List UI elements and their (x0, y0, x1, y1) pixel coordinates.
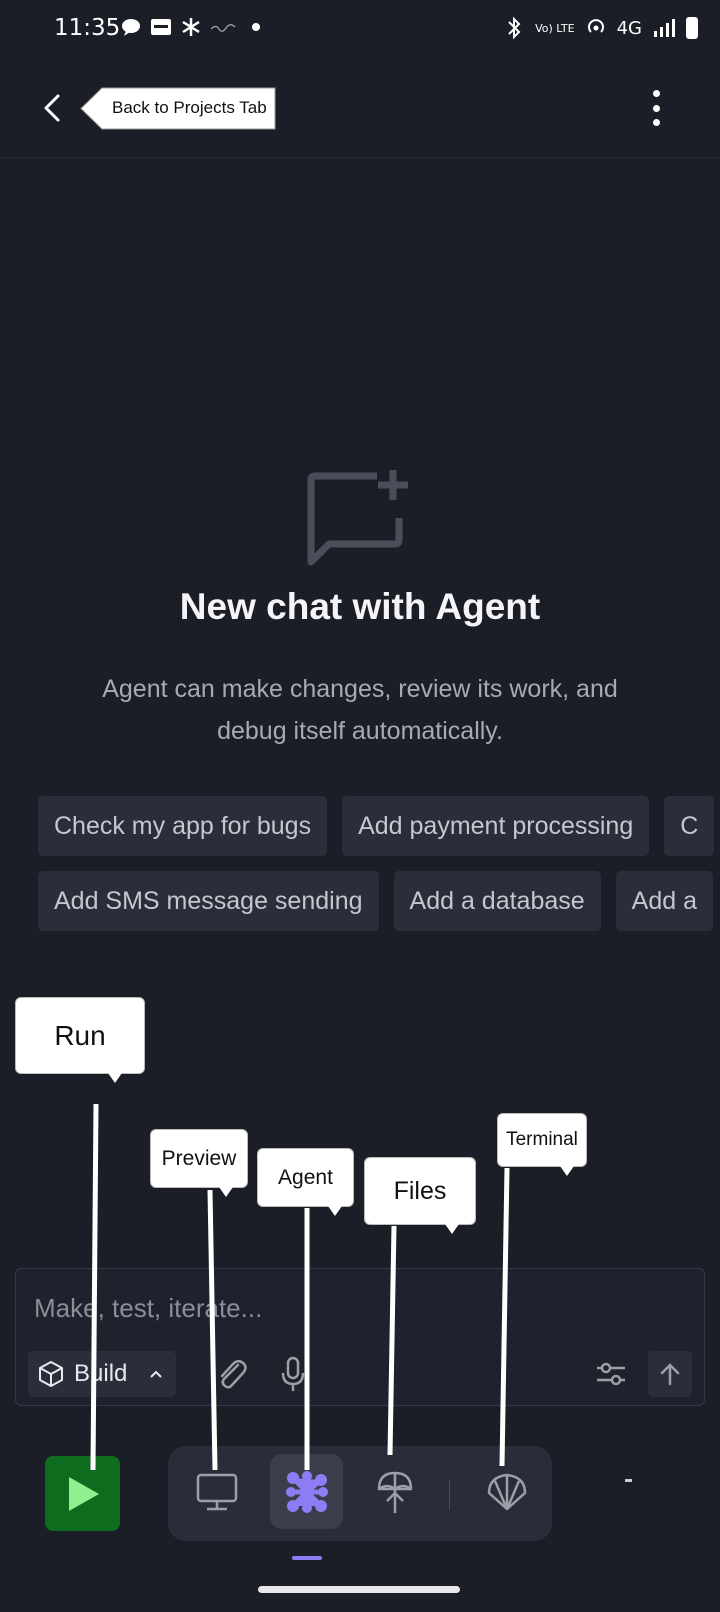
back-to-projects-tooltip: Back to Projects Tab (80, 87, 276, 130)
home-indicator (258, 1586, 460, 1593)
system-status-icons: Vo) LTE 4G (505, 16, 698, 40)
signal-icon (654, 19, 675, 37)
status-time: 11:35 (54, 15, 121, 41)
nav-agent[interactable] (270, 1454, 343, 1529)
shell-icon (487, 1473, 526, 1510)
bluetooth-icon (508, 16, 521, 40)
mode-selector-button[interactable]: Build (28, 1351, 176, 1397)
signature-icon (210, 24, 236, 32)
chat-composer: Build (15, 1268, 705, 1406)
settings-sliders-icon[interactable] (594, 1357, 628, 1391)
chat-bubble-icon (122, 19, 140, 36)
cube-icon (39, 1361, 63, 1387)
arrow-up-icon (660, 1363, 680, 1386)
bottom-nav (168, 1446, 552, 1541)
more-options-icon[interactable] (646, 88, 666, 128)
hotspot-icon (587, 19, 604, 33)
monitor-icon (196, 1473, 237, 1510)
suggestion-row-2: Add SMS message sending Add a database A… (38, 871, 714, 931)
empty-state-description: Agent can make changes, review its work,… (102, 675, 618, 745)
suggestion-chip[interactable]: Add a (615, 871, 714, 931)
back-arrow-icon[interactable] (36, 88, 70, 128)
files-icon (377, 1471, 412, 1513)
suggestion-chip[interactable]: Check my app for bugs (38, 796, 328, 856)
mode-label: Build (74, 1360, 128, 1387)
back-tooltip-label: Back to Projects Tab (112, 98, 267, 117)
network-type: 4G (616, 17, 642, 39)
nav-terminal[interactable] (470, 1454, 543, 1529)
agent-icon (285, 1470, 328, 1513)
send-button[interactable] (648, 1351, 692, 1397)
files-tooltip: Files (364, 1157, 476, 1234)
chevron-up-icon (150, 1370, 163, 1378)
run-button[interactable] (45, 1456, 120, 1531)
suggestion-chip[interactable]: Add SMS message sending (38, 871, 379, 931)
new-chat-icon (307, 470, 408, 566)
suggestion-row-1: Check my app for bugs Add payment proces… (38, 796, 715, 856)
terminal-tooltip: Terminal (497, 1113, 587, 1176)
empty-state-title: New chat with Agent (179, 586, 541, 627)
agent-tooltip: Agent (257, 1148, 354, 1216)
paperclip-icon[interactable] (212, 1355, 250, 1393)
active-tab-indicator (292, 1556, 322, 1560)
status-bar: 11:35 Vo) LTE 4G (0, 0, 720, 60)
preview-tooltip: Preview (150, 1129, 248, 1197)
nav-divider (449, 1480, 450, 1510)
play-icon (68, 1476, 99, 1511)
notification-dot (252, 23, 260, 31)
suggestion-chip[interactable]: Add payment processing (342, 796, 650, 856)
header: Back to Projects Tab (0, 60, 720, 158)
nav-files[interactable] (358, 1454, 431, 1529)
app-logo-icon (182, 18, 200, 36)
suggestion-chip[interactable]: C (664, 796, 715, 856)
chat-input[interactable] (34, 1287, 674, 1329)
nav-preview[interactable] (180, 1454, 253, 1529)
notification-icons (120, 16, 260, 38)
tiny-mark (625, 1479, 632, 1482)
microphone-icon[interactable] (278, 1355, 308, 1393)
run-tooltip: Run (15, 997, 145, 1083)
suggestion-chip[interactable]: Add a database (393, 871, 601, 931)
paytm-icon (151, 19, 171, 35)
volte-indicator: Vo) LTE (535, 21, 575, 35)
battery-icon (686, 17, 698, 39)
